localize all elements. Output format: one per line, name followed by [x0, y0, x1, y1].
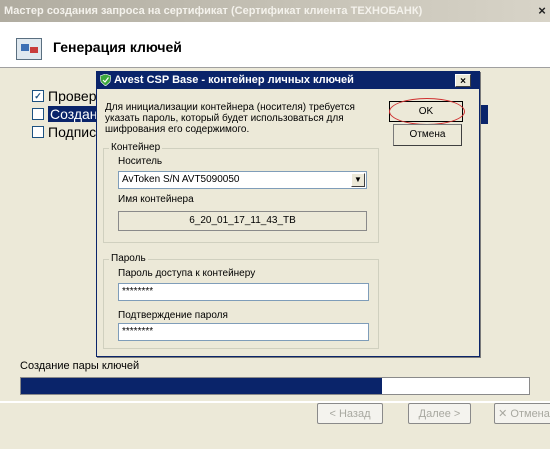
dialog-titlebar[interactable]: Avest CSP Base - контейнер личных ключей…	[97, 72, 479, 89]
step-item-create: Создан	[32, 106, 100, 122]
password-group: Пароль Пароль доступа к контейнеру *****…	[103, 253, 379, 349]
dialog-title: Avest CSP Base - контейнер личных ключей	[114, 74, 354, 86]
password-field[interactable]: ********	[118, 283, 369, 301]
step-checkbox-checked-icon: ✓	[32, 90, 44, 102]
next-button[interactable]: Далее >	[408, 403, 471, 424]
wizard-close-icon[interactable]: ×	[535, 3, 549, 18]
password-label: Пароль доступа к контейнеру	[118, 268, 256, 279]
step-checkbox-icon	[32, 126, 44, 138]
progress-fill	[21, 378, 382, 394]
wizard-title: Мастер создания запроса на сертификат (С…	[4, 5, 423, 17]
chevron-down-icon[interactable]: ▼	[351, 173, 365, 187]
step-label: Провер	[48, 88, 97, 104]
dialog-description: Для инициализации контейнера (носителя) …	[105, 102, 355, 135]
key-generation-icon	[16, 38, 42, 60]
password-group-label: Пароль	[109, 253, 148, 265]
cancel-button[interactable]: Отмена	[393, 124, 462, 146]
wizard-titlebar[interactable]: Мастер создания запроса на сертификат (С…	[0, 0, 550, 22]
wizard-footer: < Назад Далее > ✕ Отмена	[0, 402, 550, 449]
dialog-close-icon[interactable]: ×	[455, 74, 471, 87]
media-dropdown[interactable]: AvToken S/N AVT5090050 ▼	[118, 171, 367, 189]
wizard-cancel-button[interactable]: ✕ Отмена	[494, 403, 550, 424]
wizard-header-title: Генерация ключей	[53, 39, 182, 55]
progress-label: Создание пары ключей	[20, 360, 140, 372]
step-item-sign: Подпис	[32, 124, 96, 140]
progress-bar	[20, 377, 530, 395]
wizard-header: Генерация ключей	[0, 22, 550, 68]
media-value: AvToken S/N AVT5090050	[122, 174, 240, 185]
step-label: Создан	[48, 106, 100, 122]
step-label: Подпис	[48, 124, 97, 140]
container-name-field: 6_20_01_17_11_43_TB	[118, 211, 367, 231]
media-label: Носитель	[118, 156, 163, 167]
step-item-check: ✓ Провер	[32, 88, 97, 104]
container-group-label: Контейнер	[109, 142, 163, 154]
ok-button-highlight-annotation	[389, 98, 465, 125]
avest-shield-icon	[100, 74, 111, 86]
confirm-password-field[interactable]: ********	[118, 323, 369, 341]
confirm-password-label: Подтверждение пароля	[118, 310, 228, 321]
container-password-dialog: Avest CSP Base - контейнер личных ключей…	[96, 71, 480, 357]
container-name-label: Имя контейнера	[118, 194, 194, 205]
step-checkbox-icon	[32, 108, 44, 120]
back-button[interactable]: < Назад	[317, 403, 383, 424]
container-group: Контейнер Носитель AvToken S/N AVT509005…	[103, 142, 379, 243]
wizard-cancel-label: Отмена	[510, 408, 550, 420]
